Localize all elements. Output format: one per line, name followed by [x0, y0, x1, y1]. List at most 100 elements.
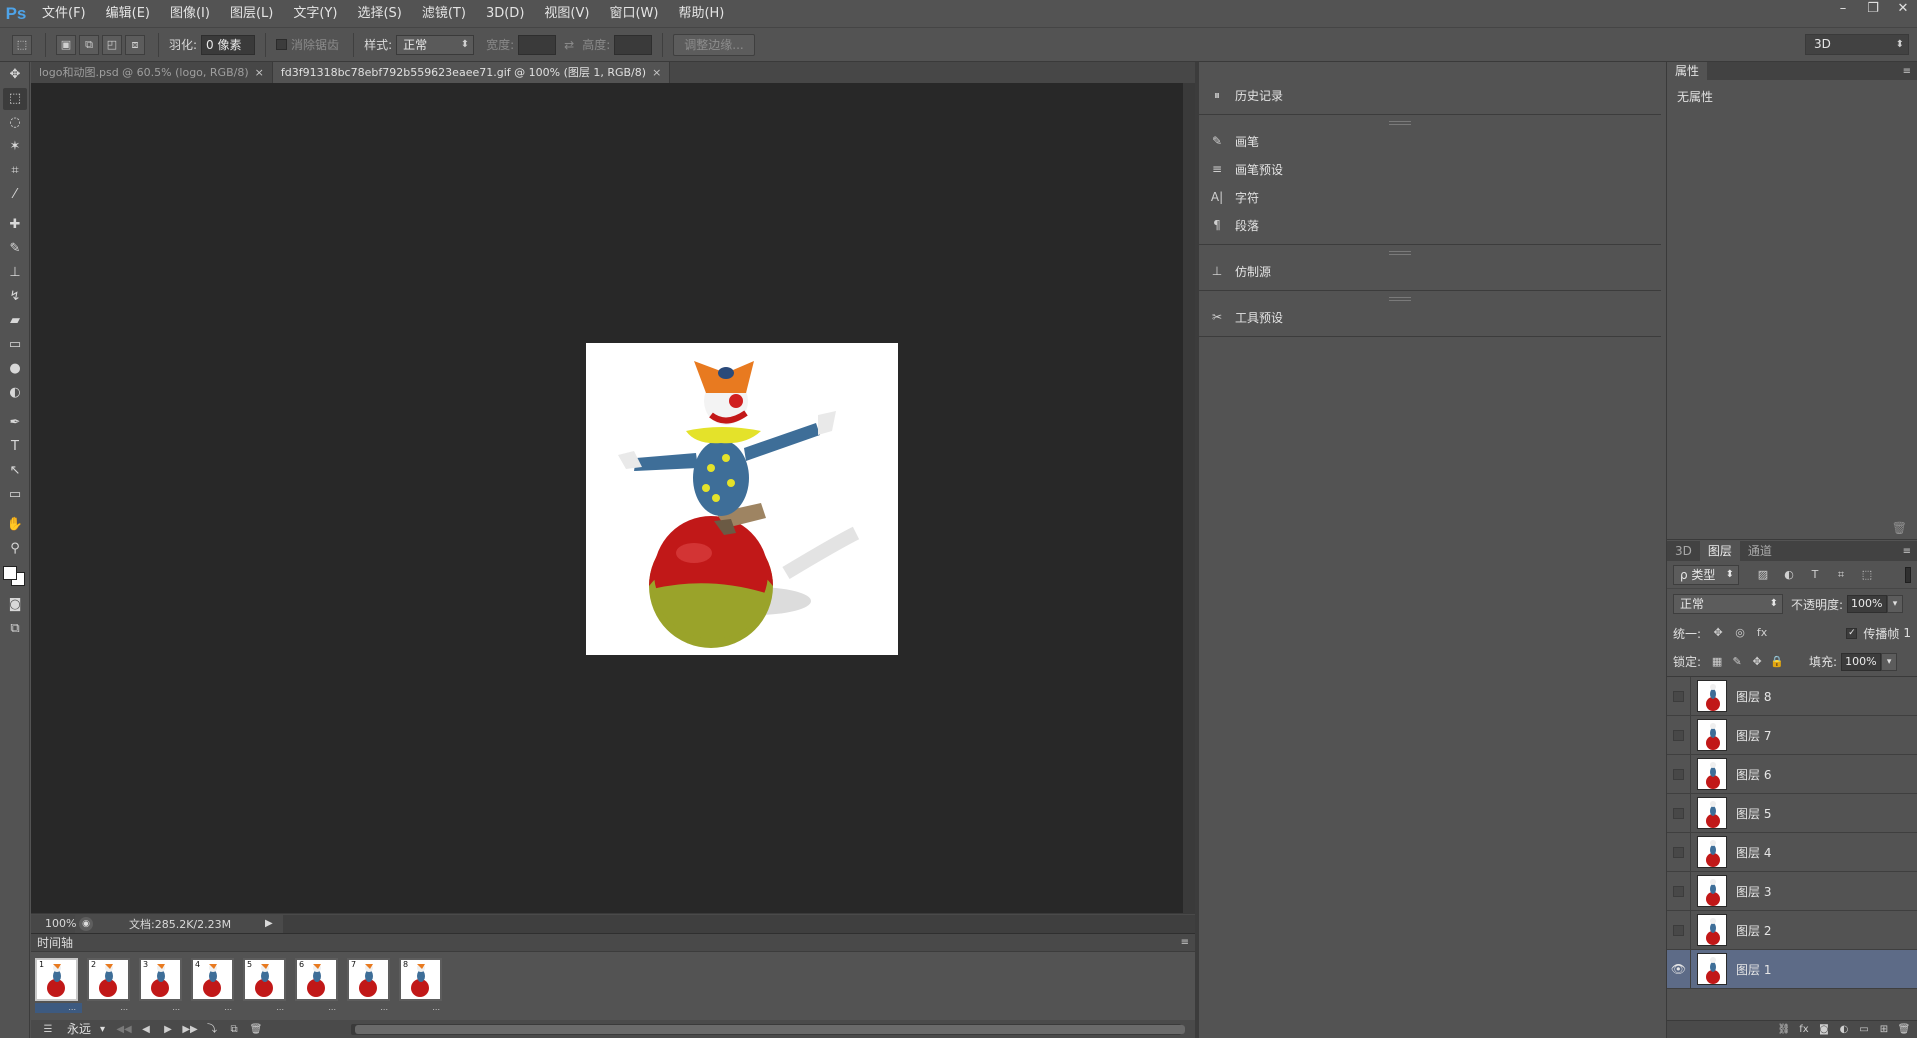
workspace-select[interactable]: 3D	[1805, 34, 1909, 55]
close-icon[interactable]: ×	[652, 66, 661, 79]
loop-options-select[interactable]: 永远	[59, 1021, 109, 1038]
chevron-down-icon[interactable]: ▾	[1881, 652, 1898, 671]
feather-input[interactable]: 0 像素	[201, 34, 256, 55]
panel-tool-presets-button[interactable]: ✂ 工具预设	[1199, 303, 1661, 331]
animation-frame[interactable]: 7 ...	[347, 958, 394, 1020]
trash-icon[interactable]: 🗑	[1892, 521, 1907, 535]
tab-3d[interactable]: 3D	[1667, 541, 1700, 561]
panel-grip[interactable]	[1389, 121, 1411, 125]
status-info-icon[interactable]: ◉	[79, 916, 93, 931]
filter-toggle[interactable]	[1905, 566, 1911, 583]
zoom-tool-icon[interactable]: ⚲	[3, 538, 27, 560]
height-input[interactable]	[614, 34, 653, 55]
menu-layer[interactable]: 图层(L)	[220, 0, 283, 27]
zoom-level-field[interactable]: 100%	[31, 914, 76, 933]
animation-frame[interactable]: 2 ...	[87, 958, 134, 1020]
blend-mode-select[interactable]: 正常	[1673, 594, 1783, 614]
menu-image[interactable]: 图像(I)	[160, 0, 220, 27]
frame-delay[interactable]: ...	[191, 1003, 238, 1013]
swap-icon[interactable]: ⇄	[564, 38, 574, 52]
path-selection-tool-icon[interactable]: ↖	[3, 460, 27, 482]
lock-all-icon[interactable]: 🔒	[1769, 654, 1785, 670]
panel-brush-button[interactable]: ✎ 画笔	[1199, 127, 1661, 155]
hand-tool-icon[interactable]: ✋	[3, 514, 27, 536]
timeline-scrollbar[interactable]	[351, 1024, 1185, 1035]
document-image-clown-on-ball[interactable]	[586, 343, 898, 655]
gradient-tool-icon[interactable]: ▭	[3, 334, 27, 356]
layer-kind-filter[interactable]: ρ 类型	[1673, 564, 1739, 585]
tween-icon[interactable]: ⤵	[201, 1021, 223, 1038]
add-mask-icon[interactable]: ◙	[1814, 1022, 1834, 1038]
delete-frame-icon[interactable]: 🗑	[245, 1021, 267, 1038]
layer-visibility-toggle[interactable]	[1667, 793, 1691, 833]
panel-history-button[interactable]: ⏸ 历史记录	[1199, 81, 1661, 109]
type-filter-icon[interactable]: T	[1805, 565, 1825, 585]
tab-gif-document[interactable]: fd3f91318bc78ebf792b559623eaee71.gif @ 1…	[272, 62, 671, 83]
width-input[interactable]	[518, 34, 557, 55]
panel-menu-icon[interactable]: ≡	[1903, 66, 1911, 77]
unify-position-icon[interactable]: ✥	[1709, 624, 1727, 642]
intersect-selection-icon[interactable]: ⧈	[125, 34, 145, 55]
first-frame-icon[interactable]: ◀◀	[113, 1021, 135, 1038]
animation-frame[interactable]: 5 ...	[243, 958, 290, 1020]
panel-grip[interactable]	[1389, 297, 1411, 301]
previous-frame-icon[interactable]: ◀	[135, 1021, 157, 1038]
panel-character-button[interactable]: A| 字符	[1199, 183, 1661, 211]
restore-icon[interactable]: ❐	[1859, 0, 1887, 18]
menu-type[interactable]: 文字(Y)	[283, 0, 347, 27]
menu-view[interactable]: 视图(V)	[534, 0, 599, 27]
type-tool-icon[interactable]: T	[3, 436, 27, 458]
add-selection-icon[interactable]: ⧉	[79, 34, 99, 55]
tab-properties[interactable]: 属性	[1667, 62, 1708, 80]
horizontal-scrollbar[interactable]	[282, 914, 1195, 933]
tab-channels[interactable]: 通道	[1740, 541, 1780, 561]
menu-filter[interactable]: 滤镜(T)	[412, 0, 476, 27]
shape-filter-icon[interactable]: ⌗	[1831, 565, 1851, 585]
layer-row[interactable]: 图层 6	[1667, 754, 1917, 794]
style-select[interactable]: 正常	[396, 34, 475, 55]
lasso-tool-icon[interactable]: ◌	[3, 112, 27, 134]
eyedropper-tool-icon[interactable]: ⁄	[3, 184, 27, 206]
layer-visibility-toggle[interactable]: 👁	[1667, 949, 1691, 989]
new-group-icon[interactable]: ▭	[1854, 1022, 1874, 1038]
layer-visibility-toggle[interactable]	[1667, 832, 1691, 872]
play-icon[interactable]: ▶	[157, 1021, 179, 1038]
tab-layers[interactable]: 图层	[1699, 541, 1740, 561]
rectangle-tool-icon[interactable]: ▭	[3, 484, 27, 506]
color-swatches[interactable]	[0, 560, 29, 592]
lock-image-icon[interactable]: ✎	[1729, 654, 1745, 670]
move-tool-icon[interactable]: ✥	[3, 64, 27, 86]
minimize-icon[interactable]: –	[1829, 0, 1857, 18]
frame-delay[interactable]: ...	[347, 1003, 394, 1013]
animation-frame[interactable]: 6 ...	[295, 958, 342, 1020]
status-menu-arrow-icon[interactable]: ▶	[265, 918, 273, 929]
quick-mask-icon[interactable]: ◙	[3, 594, 27, 616]
antialias-checkbox[interactable]	[276, 39, 288, 50]
menu-window[interactable]: 窗口(W)	[599, 0, 668, 27]
frame-delay[interactable]: ...	[35, 1003, 82, 1013]
adjustment-layer-icon[interactable]: ◐	[1834, 1022, 1854, 1038]
menu-3d[interactable]: 3D(D)	[476, 0, 534, 27]
healing-brush-tool-icon[interactable]: ✚	[3, 214, 27, 236]
panel-menu-icon[interactable]: ≡	[1903, 546, 1911, 557]
panel-paragraph-button[interactable]: ¶ 段落	[1199, 211, 1661, 239]
panel-clone-source-button[interactable]: ⊥ 仿制源	[1199, 257, 1661, 285]
screen-mode-icon[interactable]: ⧉	[3, 618, 27, 640]
layer-row[interactable]: 图层 5	[1667, 793, 1917, 833]
crop-tool-icon[interactable]: ⌗	[3, 160, 27, 182]
unify-visibility-icon[interactable]: ◎	[1731, 624, 1749, 642]
next-frame-icon[interactable]: ▶▶	[179, 1021, 201, 1038]
link-icon[interactable]: ⛓	[1774, 1022, 1794, 1038]
menu-select[interactable]: 选择(S)	[347, 0, 411, 27]
frame-delay[interactable]: ...	[139, 1003, 186, 1013]
smart-object-filter-icon[interactable]: ⬚	[1857, 565, 1877, 585]
marquee-tool-icon[interactable]: ⬚	[3, 88, 27, 110]
pixel-filter-icon[interactable]: ▨	[1753, 565, 1773, 585]
chevron-down-icon[interactable]: ▾	[1887, 595, 1904, 613]
marquee-tool-preset-icon[interactable]: ⬚	[12, 34, 32, 55]
duplicate-frame-icon[interactable]: ⧉	[223, 1021, 245, 1038]
convert-timeline-icon[interactable]: ☰	[37, 1021, 59, 1038]
lock-position-icon[interactable]: ✥	[1749, 654, 1765, 670]
layer-visibility-toggle[interactable]	[1667, 715, 1691, 755]
unify-style-icon[interactable]: fx	[1753, 624, 1771, 642]
